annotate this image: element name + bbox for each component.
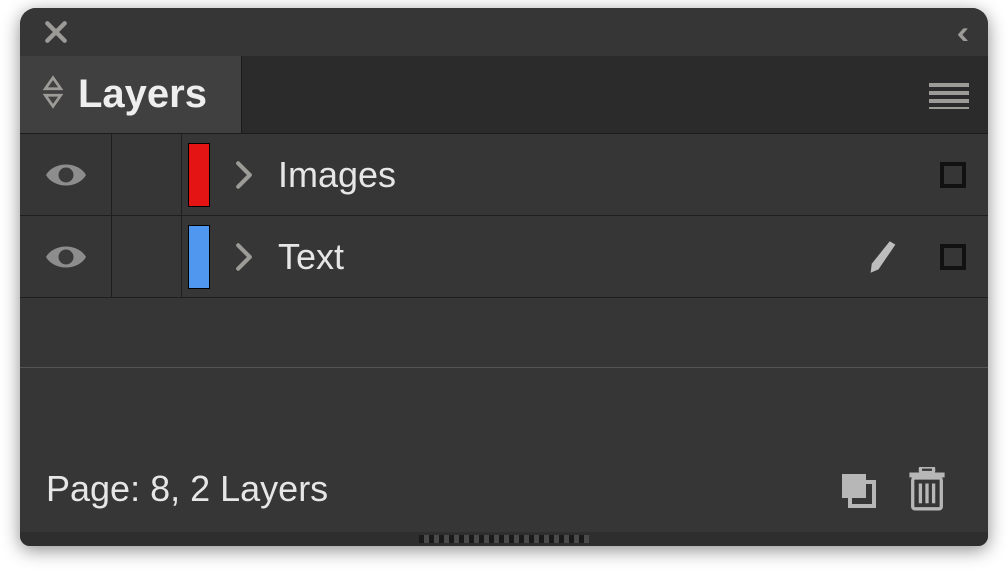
- active-layer-indicator: [848, 239, 918, 275]
- footer-status: Page: 8, 2 Layers: [46, 468, 328, 510]
- pen-icon: [865, 239, 901, 275]
- layer-color-swatch: [188, 225, 210, 289]
- new-layer-icon: [837, 469, 877, 509]
- lock-cell[interactable]: [112, 134, 182, 215]
- panel-topstrip: ‹‹: [20, 8, 988, 56]
- layer-color-swatch: [188, 143, 210, 207]
- layer-name: Images: [258, 154, 848, 196]
- selection-box[interactable]: [940, 244, 966, 270]
- close-icon[interactable]: [42, 18, 70, 46]
- new-layer-button[interactable]: [822, 459, 892, 519]
- layer-row[interactable]: Text: [20, 216, 988, 298]
- tab-layers[interactable]: Layers: [20, 56, 242, 133]
- layer-name: Text: [258, 236, 848, 278]
- disclosure-toggle[interactable]: [210, 161, 258, 189]
- delete-layer-button[interactable]: [892, 459, 962, 519]
- trash-icon: [908, 467, 946, 511]
- visibility-toggle[interactable]: [20, 216, 112, 297]
- chevron-right-icon: [235, 161, 253, 189]
- chevron-right-icon: [235, 243, 253, 271]
- tab-title: Layers: [78, 72, 207, 117]
- resize-grip[interactable]: [20, 532, 988, 546]
- disclosure-toggle[interactable]: [210, 243, 258, 271]
- layer-list: Images Text: [20, 134, 988, 368]
- updown-icon: [42, 75, 64, 114]
- panel-menu-icon[interactable]: [910, 56, 988, 133]
- visibility-toggle[interactable]: [20, 134, 112, 215]
- eye-icon: [44, 161, 88, 189]
- eye-icon: [44, 243, 88, 271]
- empty-slot: [20, 298, 988, 368]
- layers-panel: ‹‹ Layers: [20, 8, 988, 546]
- layer-row[interactable]: Images: [20, 134, 988, 216]
- tab-bar: Layers: [20, 56, 988, 134]
- collapse-panel-icon[interactable]: ‹‹: [957, 18, 966, 46]
- lock-cell[interactable]: [112, 216, 182, 297]
- panel-footer: Page: 8, 2 Layers: [20, 446, 988, 532]
- selection-box[interactable]: [940, 162, 966, 188]
